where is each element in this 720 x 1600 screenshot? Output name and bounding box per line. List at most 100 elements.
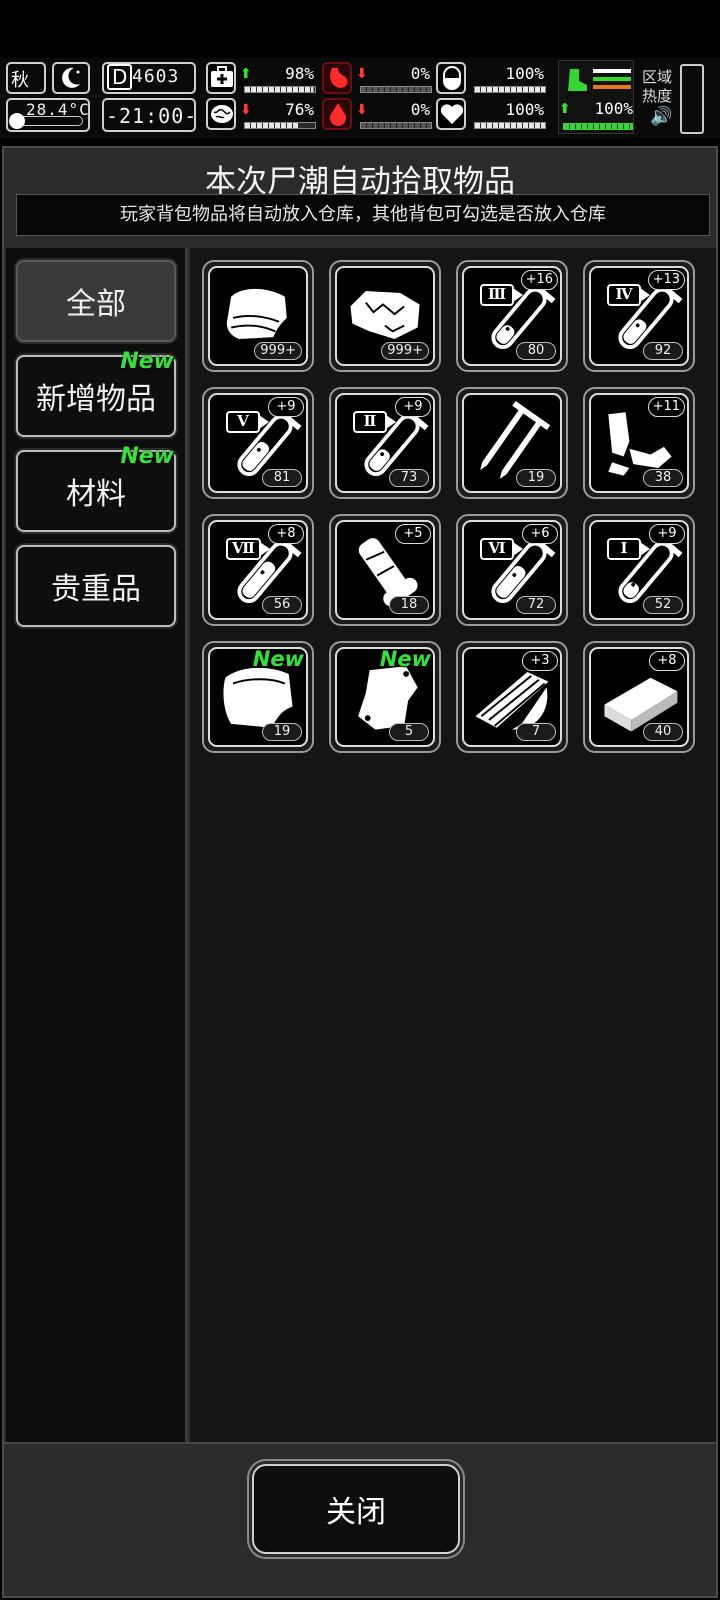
item-quantity: 73 [389,469,429,487]
speaker-icon[interactable]: 🔊 [650,106,672,127]
item-frame: Ⅳ +13 92 [589,266,689,366]
tab-0[interactable]: 全部 [16,260,176,342]
sanity-value: 76% [285,100,314,119]
bonus-badge: +13 [647,270,685,290]
item-frame: Ⅱ +9 73 [335,393,435,493]
tab-label: 材料 [66,477,126,512]
sanity-bar [244,122,316,129]
tab-3[interactable]: 贵重品 [16,545,176,627]
item-frame: 999+ [335,266,435,366]
item-slot[interactable]: 999+ [329,260,441,372]
item-frame: Ⅵ +6 72 [462,520,562,620]
item-slot[interactable]: New 19 [202,641,314,753]
pill-value: 100% [505,64,544,83]
item-slot[interactable]: 19 [456,387,568,499]
item-slot[interactable]: 999+ [202,260,314,372]
item-quantity: 80 [516,342,556,360]
season-label: 秋 [11,70,29,91]
new-badge: New [252,647,304,671]
item-slot[interactable]: Ⅵ +6 72 [456,514,568,626]
new-badge: New [120,349,174,374]
category-sidebar: 全部 新增物品 New 材料 New 贵重品 [6,248,188,1442]
thirst-value: 0% [410,100,430,119]
bonus-badge: +8 [268,524,304,544]
health-value: 98% [285,64,314,83]
item-slot[interactable]: Ⅱ +9 73 [329,387,441,499]
item-slot[interactable]: New 5 [329,641,441,753]
bonus-badge: +11 [647,397,685,417]
hunger-value: 0% [410,64,430,83]
item-slot[interactable]: Ⅰ +9 52 [583,514,695,626]
mood-value: 100% [505,100,544,119]
item-grid: 999+ 999+ Ⅲ +16 80 Ⅳ +13 92 Ⅴ +9 81 Ⅱ +9 73 19 +11 38 Ⅶ +8… [190,248,716,1442]
stomach-icon [322,62,352,94]
item-slot[interactable]: Ⅳ +13 92 [583,260,695,372]
blood-drop-icon [322,98,352,130]
bonus-badge: +6 [522,524,558,544]
zone-heat-meter [680,64,704,134]
brain-icon [206,98,236,130]
item-frame: +8 40 [589,647,689,747]
item-slot[interactable]: +8 40 [583,641,695,753]
medkit-icon [206,62,236,94]
bonus-badge: +9 [649,524,685,544]
auto-pickup-panel: 本次尸潮自动拾取物品 玩家背包物品将自动放入仓库，其他背包可勾选是否放入仓库 全… [2,146,718,1598]
bonus-badge: +3 [522,651,558,671]
thermometer-icon [9,113,83,129]
item-slot[interactable]: +5 18 [329,514,441,626]
bonus-badge: +9 [268,397,304,417]
item-quantity: 40 [643,723,683,741]
stamina-bar [563,123,633,130]
item-quantity: 52 [643,596,683,614]
item-frame: Ⅲ +16 80 [462,266,562,366]
item-slot[interactable]: +3 7 [456,641,568,753]
tier-badge: Ⅲ [480,284,523,306]
heart-icon [436,98,466,130]
tab-2[interactable]: 材料 New [16,444,176,532]
hunger-bar [360,86,432,93]
item-frame: +3 7 [462,647,562,747]
zone-heat-label: 区域热度 [642,68,673,105]
item-quantity: 81 [262,469,302,487]
bonus-badge: +5 [395,524,431,544]
tab-label: 新增物品 [36,382,156,417]
item-quantity: 92 [643,342,683,360]
tier-badge: Ⅱ [353,411,396,433]
bonus-badge: +16 [520,270,558,290]
tab-label: 贵重品 [51,572,141,607]
night-moon-icon [52,62,90,94]
day-prefix: D [107,64,133,90]
item-quantity: 7 [516,723,556,741]
health-bar [244,86,316,93]
item-slot[interactable]: Ⅲ +16 80 [456,260,568,372]
new-badge: New [379,647,431,671]
item-quantity: 18 [389,596,429,614]
item-quantity: 999+ [254,342,302,360]
stamina-value: 100% [594,99,633,118]
stamina-panel: ⬆ 100% [558,60,634,134]
bonus-badge: +9 [395,397,431,417]
day-counter: 4603 [132,66,180,87]
item-quantity: 38 [643,469,683,487]
bonus-badge: +8 [649,651,685,671]
item-slot[interactable]: Ⅴ +9 81 [202,387,314,499]
item-quantity: 5 [389,723,429,741]
item-frame: Ⅰ +9 52 [589,520,689,620]
boot-icon [565,67,589,93]
tab-1[interactable]: 新增物品 New [16,349,176,437]
pill-bar [474,86,546,93]
close-button[interactable]: 关闭 [252,1464,460,1554]
item-frame: +11 38 [589,393,689,493]
tier-badge: Ⅶ [226,538,270,560]
tier-badge: Ⅰ [607,538,650,560]
item-slot[interactable]: Ⅶ +8 56 [202,514,314,626]
tab-label: 全部 [66,287,126,322]
item-slot[interactable]: +11 38 [583,387,695,499]
item-quantity: 19 [262,723,302,741]
clock-readout: -21:00- [106,104,198,128]
item-frame: 999+ [208,266,308,366]
item-quantity: 999+ [381,342,429,360]
item-frame: Ⅶ +8 56 [208,520,308,620]
item-quantity: 19 [516,469,556,487]
panel-subtitle: 玩家背包物品将自动放入仓库，其他背包可勾选是否放入仓库 [16,194,710,236]
